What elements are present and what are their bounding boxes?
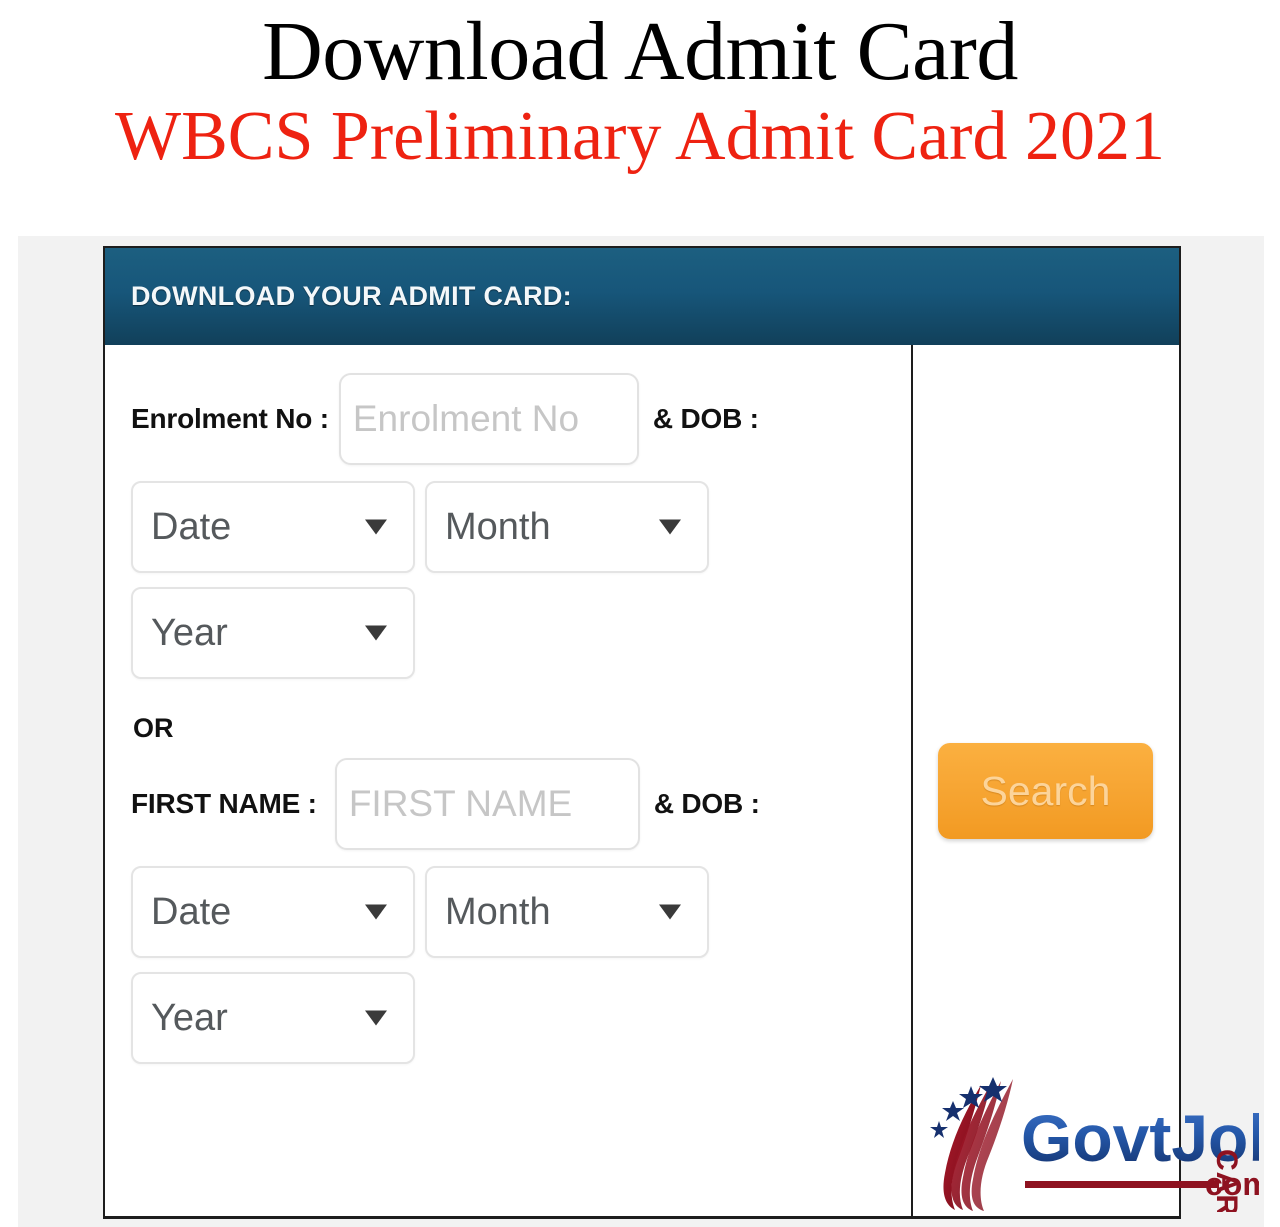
first-name-label: FIRST NAME : <box>131 788 317 819</box>
chevron-down-icon <box>365 519 387 535</box>
dob2-month-value: Month <box>445 890 551 933</box>
enrolment-row: Enrolment No : & DOB : <box>131 373 911 465</box>
form-body: Enrolment No : & DOB : Date Month Year <box>105 345 1259 1216</box>
chevron-down-icon <box>659 519 681 535</box>
dob1-year-select[interactable]: Year <box>131 587 415 679</box>
logo-artwork: GovtJob CARE com <box>930 1077 1259 1212</box>
chevron-down-icon <box>365 904 387 920</box>
dob2-year-row: Year <box>131 972 911 1064</box>
dob1-date-value: Date <box>151 505 232 548</box>
page-title-block: Download Admit Card WBCS Preliminary Adm… <box>0 0 1280 182</box>
dob1-year-row: Year <box>131 587 911 679</box>
admit-card-form: DOWNLOAD YOUR ADMIT CARD: Enrolment No :… <box>103 246 1259 1219</box>
form-left-pane: Enrolment No : & DOB : Date Month Year <box>105 345 911 1216</box>
dob2-year-select[interactable]: Year <box>131 972 415 1064</box>
form-header: DOWNLOAD YOUR ADMIT CARD: <box>105 246 1179 345</box>
logo-com-text: com <box>1205 1166 1259 1202</box>
govtjobcare-logo: GovtJob CARE com <box>929 1077 1259 1212</box>
enrolment-input[interactable] <box>338 373 639 465</box>
chevron-down-icon <box>659 904 681 920</box>
enrolment-label: Enrolment No : <box>131 403 329 434</box>
page-title: Download Admit Card <box>262 5 1018 98</box>
form-header-title: DOWNLOAD YOUR ADMIT CARD: <box>131 281 572 311</box>
dob1-year-value: Year <box>151 611 228 654</box>
dob1-month-value: Month <box>445 505 551 548</box>
dob1-date-month-row: Date Month <box>131 481 911 573</box>
dob2-month-select[interactable]: Month <box>425 866 709 958</box>
first-name-input[interactable] <box>334 758 640 850</box>
logo-underline <box>1025 1181 1219 1188</box>
dob1-month-select[interactable]: Month <box>425 481 709 573</box>
flame-icon <box>943 1079 1013 1211</box>
dob-label-2: & DOB : <box>653 788 760 819</box>
search-button[interactable]: Search <box>938 743 1153 839</box>
dob2-date-select[interactable]: Date <box>131 866 415 958</box>
chevron-down-icon <box>365 625 387 641</box>
form-right-pane: Search GovtJo CARE com <box>913 345 1259 1216</box>
dob2-date-month-row: Date Month <box>131 866 911 958</box>
dob2-date-value: Date <box>151 890 232 933</box>
page-subtitle: WBCS Preliminary Admit Card 2021 <box>115 98 1165 176</box>
first-name-row: FIRST NAME : & DOB : <box>131 758 911 850</box>
dob1-date-select[interactable]: Date <box>131 481 415 573</box>
dob2-year-value: Year <box>151 996 228 1039</box>
chevron-down-icon <box>365 1010 387 1026</box>
or-separator-label: OR <box>133 713 174 743</box>
dob-label-1: & DOB : <box>652 403 759 434</box>
